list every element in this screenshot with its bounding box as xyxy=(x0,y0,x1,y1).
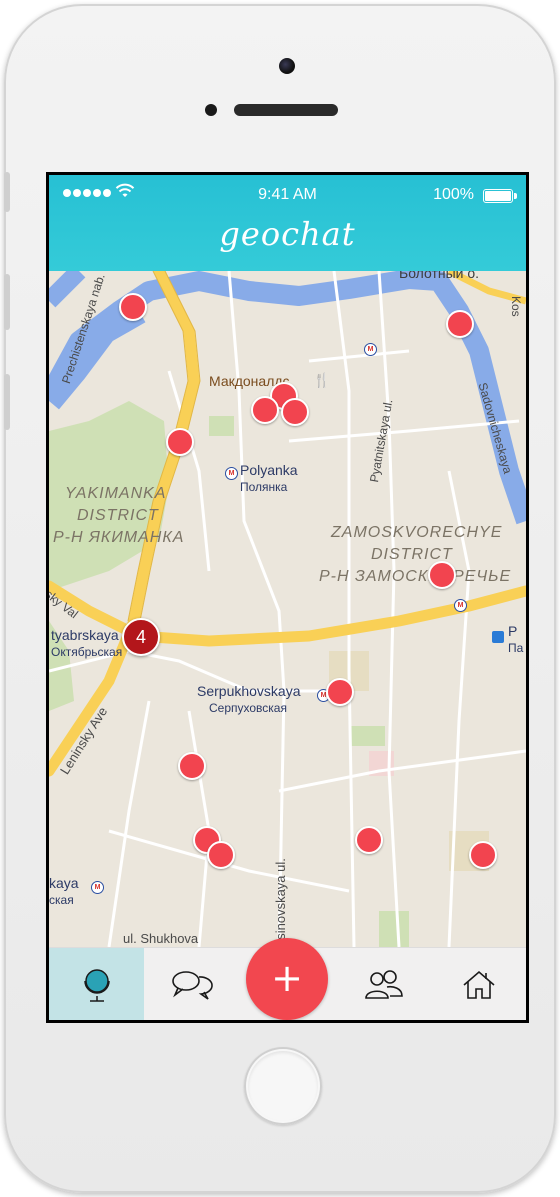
status-bar: 9:41 AM 100% xyxy=(49,181,526,205)
map-label: Kos xyxy=(509,296,523,317)
park-area xyxy=(349,726,385,746)
tab-map[interactable] xyxy=(49,948,144,1020)
map-label: Serpukhovskaya xyxy=(197,683,301,699)
chat-pin[interactable] xyxy=(281,398,309,426)
tab-home[interactable] xyxy=(431,948,526,1020)
district-label: Р-Н ЯКИМАНКА xyxy=(53,529,185,546)
screen: 9:41 AM 100% geochat Болотный о. Prechis… xyxy=(46,172,529,1023)
front-camera xyxy=(279,58,295,74)
add-button[interactable]: + xyxy=(246,938,328,1020)
metro-icon: M xyxy=(454,599,467,612)
park-area xyxy=(379,911,409,947)
battery-icon xyxy=(483,189,517,203)
map-label: P xyxy=(508,623,518,639)
district-label: DISTRICT xyxy=(77,507,159,524)
chat-pin[interactable] xyxy=(469,841,497,869)
chat-pin[interactable] xyxy=(119,293,147,321)
map-label: tyabrskaya xyxy=(51,627,119,643)
metro-icon: M xyxy=(225,467,238,480)
mute-switch xyxy=(4,172,10,212)
park-area xyxy=(209,416,234,436)
hardware-home-button[interactable] xyxy=(244,1047,322,1125)
metro-icon: M xyxy=(364,343,377,356)
chat-pin[interactable] xyxy=(355,826,383,854)
bottom-tab-bar: + xyxy=(49,938,526,1020)
chat-pin[interactable] xyxy=(178,752,206,780)
river xyxy=(49,271,86,308)
chat-pin[interactable] xyxy=(428,561,456,589)
district-label: YAKIMANKA xyxy=(65,485,167,502)
map-label: Polyanka xyxy=(240,462,298,478)
earpiece-speaker xyxy=(234,104,338,116)
volume-up-button xyxy=(4,274,10,330)
restaurant-icon: 🍴 xyxy=(313,372,331,388)
chat-pin[interactable] xyxy=(207,841,235,869)
tab-people[interactable] xyxy=(336,948,431,1020)
tab-chats[interactable] xyxy=(144,948,239,1020)
chat-pin[interactable] xyxy=(251,396,279,424)
chat-pin[interactable] xyxy=(326,678,354,706)
chat-bubbles-icon xyxy=(171,970,213,1000)
metro-icon: M xyxy=(91,881,104,894)
proximity-sensor xyxy=(205,104,217,116)
volume-down-button xyxy=(4,374,10,430)
map-label: Полянка xyxy=(240,480,288,494)
app-logo: geochat xyxy=(219,215,356,253)
people-icon xyxy=(364,969,403,999)
globe-icon xyxy=(83,968,110,1002)
map-label: ская xyxy=(49,893,74,907)
map-view[interactable]: Болотный о. Prechistenskaya nab. Макдона… xyxy=(49,271,526,947)
map-label: Октябрьская xyxy=(51,645,123,659)
district-label: Р-Н ЗАМОСКВОРЕЧЬЕ xyxy=(319,568,512,585)
map-label: Болотный о. xyxy=(399,271,480,281)
map-label: kaya xyxy=(49,875,79,891)
chat-cluster-badge[interactable]: 4 xyxy=(122,618,160,656)
map-label: ul. Shukhova xyxy=(123,931,199,946)
map-label: Па xyxy=(508,641,524,655)
bus-stop-icon xyxy=(492,631,504,643)
app-header: 9:41 AM 100% geochat xyxy=(49,175,526,271)
home-icon xyxy=(462,970,495,999)
chat-pin[interactable] xyxy=(166,428,194,456)
phone-frame: 9:41 AM 100% geochat Болотный о. Prechis… xyxy=(4,4,556,1193)
district-label: ZAMOSKVORECHYE xyxy=(331,524,503,541)
battery-percentage: 100% xyxy=(433,186,474,203)
chat-pin[interactable] xyxy=(446,310,474,338)
map-label: Серпуховская xyxy=(209,701,287,715)
map-label: usinovskaya ul. xyxy=(273,858,288,947)
